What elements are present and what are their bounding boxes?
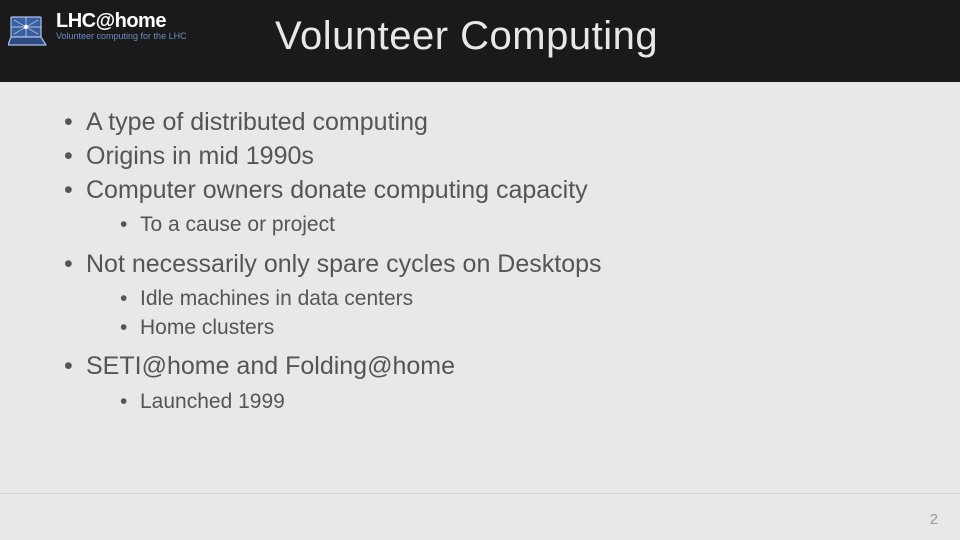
logo-main-text: LHC@home bbox=[56, 10, 187, 33]
lhc-logo-icon bbox=[8, 12, 48, 46]
bullet-list: A type of distributed computing Origins … bbox=[60, 106, 900, 416]
list-item: Home clusters bbox=[116, 314, 900, 342]
logo-sub-text: Volunteer computing for the LHC bbox=[56, 31, 187, 41]
sub-list: Launched 1999 bbox=[116, 388, 900, 416]
footer-divider bbox=[0, 493, 960, 494]
list-item: SETI@home and Folding@home Launched 1999 bbox=[60, 350, 900, 416]
list-item: Computer owners donate computing capacit… bbox=[60, 174, 900, 240]
list-item: Idle machines in data centers bbox=[116, 285, 900, 313]
bullet-text: Origins in mid 1990s bbox=[86, 142, 314, 170]
list-item: Origins in mid 1990s bbox=[60, 140, 900, 174]
sub-list: Idle machines in data centers Home clust… bbox=[116, 285, 900, 342]
bullet-text: Not necessarily only spare cycles on Des… bbox=[86, 250, 602, 278]
bullet-text: Computer owners donate computing capacit… bbox=[86, 176, 588, 204]
list-item: A type of distributed computing bbox=[60, 106, 900, 140]
logo: LHC@home Volunteer computing for the LHC bbox=[8, 8, 187, 46]
bullet-text: Launched 1999 bbox=[140, 390, 285, 413]
logo-text: LHC@home Volunteer computing for the LHC bbox=[56, 10, 187, 41]
bullet-text: SETI@home and Folding@home bbox=[86, 352, 455, 380]
bullet-text: Home clusters bbox=[140, 316, 274, 339]
sub-list: To a cause or project bbox=[116, 211, 900, 239]
bullet-text: To a cause or project bbox=[140, 213, 335, 236]
slide-content: A type of distributed computing Origins … bbox=[0, 82, 960, 416]
list-item: Not necessarily only spare cycles on Des… bbox=[60, 248, 900, 342]
slide-header: LHC@home Volunteer computing for the LHC… bbox=[0, 0, 960, 82]
list-item: Launched 1999 bbox=[116, 388, 900, 416]
page-number: 2 bbox=[930, 511, 938, 528]
bullet-text: Idle machines in data centers bbox=[140, 287, 413, 310]
slide-title: Volunteer Computing bbox=[275, 14, 658, 59]
list-item: To a cause or project bbox=[116, 211, 900, 239]
bullet-text: A type of distributed computing bbox=[86, 108, 428, 136]
